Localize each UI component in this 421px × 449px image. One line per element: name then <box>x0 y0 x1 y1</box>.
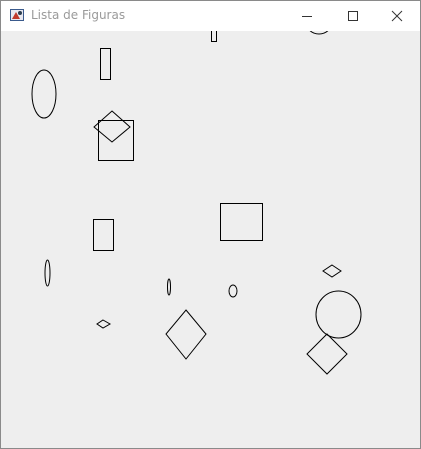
app-window: Lista de Figuras <box>0 0 421 449</box>
diamond-figure <box>96 319 112 329</box>
ellipse-figure <box>228 284 238 298</box>
rectangle-figure <box>98 120 134 161</box>
diamond-figure <box>306 333 348 375</box>
figures-drawing <box>31 31 362 375</box>
close-icon <box>391 10 403 22</box>
window-title: Lista de Figuras <box>31 8 126 22</box>
minimize-button[interactable] <box>284 1 330 31</box>
java-app-icon[interactable] <box>9 7 25 23</box>
title-bar[interactable]: Lista de Figuras <box>1 1 420 31</box>
diamond-figure <box>322 264 342 278</box>
diamond-figure <box>165 309 207 360</box>
minimize-icon <box>302 16 312 17</box>
rectangle-figure <box>211 31 217 42</box>
rectangle-figure <box>93 219 114 251</box>
close-button[interactable] <box>374 1 420 31</box>
ellipse-figure <box>31 69 57 119</box>
ellipse-figure <box>44 259 51 287</box>
rectangle-figure <box>220 203 263 241</box>
maximize-icon <box>348 11 358 21</box>
maximize-button[interactable] <box>330 1 376 31</box>
ellipse-figure <box>315 290 362 339</box>
ellipse-figure <box>309 31 329 35</box>
drawing-canvas <box>1 31 420 448</box>
diamond-figure <box>93 110 131 143</box>
ellipse-figure <box>167 278 171 296</box>
rectangle-figure <box>100 48 111 80</box>
